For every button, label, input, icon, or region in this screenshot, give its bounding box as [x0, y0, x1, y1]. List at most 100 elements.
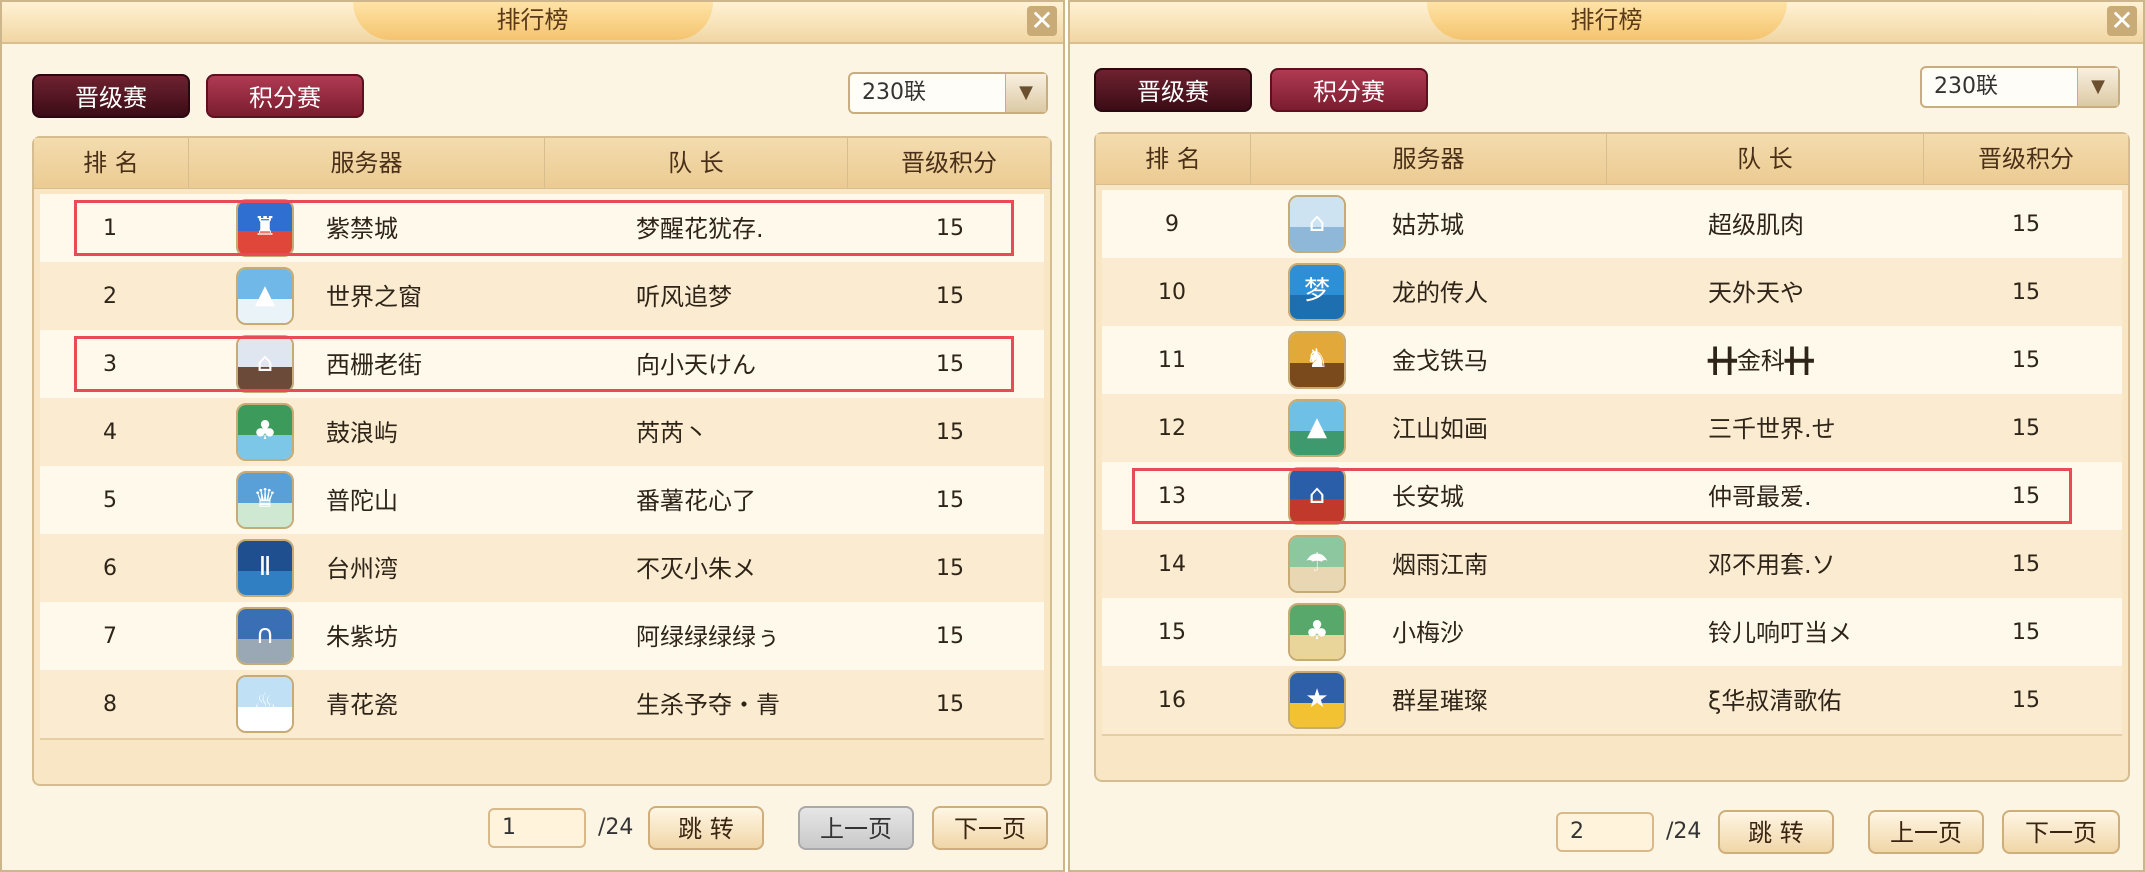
table-row[interactable]: 11 ♞ 金戈铁马 ╋╋金科╋╋ 15 — [1102, 326, 2122, 396]
tab-points-match[interactable]: 积分赛 — [206, 74, 364, 118]
captain-name: 仲哥最爱. — [1708, 483, 1812, 511]
table-row[interactable]: 6 Ⅱ 台州湾 不灭小朱メ 15 — [40, 534, 1044, 604]
score-cell: 15 — [2012, 416, 2040, 441]
rank-cell: 5 — [103, 488, 117, 513]
jump-button[interactable]: 跳 转 — [648, 806, 764, 850]
prev-page-button[interactable]: 上一页 — [798, 806, 914, 850]
page-number-input[interactable]: 1 — [488, 808, 586, 848]
close-icon[interactable]: ✕ — [1027, 6, 1057, 36]
chevron-down-icon[interactable]: ▼ — [1005, 74, 1046, 112]
rank-cell: 4 — [103, 420, 117, 445]
star-icon: ★ — [1288, 671, 1346, 729]
window-title: 排行榜 — [1426, 2, 1787, 40]
column-header-rank: 排 名 — [1096, 134, 1251, 184]
close-icon[interactable]: ✕ — [2107, 6, 2137, 36]
rank-cell: 2 — [103, 284, 117, 309]
old-street-icon: ⌂ — [236, 335, 294, 393]
score-cell: 15 — [936, 352, 964, 377]
table-row[interactable]: 5 ♛ 普陀山 番薯花心了 15 — [40, 466, 1044, 536]
table-row[interactable]: 3 ⌂ 西栅老街 向小天けん 15 — [40, 330, 1044, 400]
rank-cell: 12 — [1158, 416, 1186, 441]
rank-cell: 1 — [103, 216, 117, 241]
table-row[interactable]: 8 ♨ 青花瓷 生杀予夺・青 15 — [40, 670, 1044, 740]
server-group-value: 230联 — [1934, 74, 1998, 99]
captain-name: 不灭小朱メ — [636, 555, 756, 583]
server-name: 西栅老街 — [326, 351, 422, 379]
table-header: 排 名 服务器 队 长 晋级积分 — [34, 138, 1050, 189]
page-total: /24 — [1666, 819, 1702, 844]
score-cell: 15 — [936, 216, 964, 241]
table-row[interactable]: 14 ☂ 烟雨江南 邓不用套.ソ 15 — [1102, 530, 2122, 600]
table-row[interactable]: 1 ♜ 紫禁城 梦醒花犹存. 15 — [40, 194, 1044, 264]
snow-mountain-icon: ▲ — [236, 267, 294, 325]
score-cell: 15 — [936, 692, 964, 717]
table-row[interactable]: 10 梦 龙的传人 天外天や 15 — [1102, 258, 2122, 328]
next-page-button[interactable]: 下一页 — [932, 806, 1048, 850]
column-header-server: 服务器 — [189, 138, 545, 188]
server-name: 青花瓷 — [326, 691, 398, 719]
table-row[interactable]: 15 ♣ 小梅沙 铃儿响叮当メ 15 — [1102, 598, 2122, 668]
server-name: 普陀山 — [326, 487, 398, 515]
table-row[interactable]: 16 ★ 群星璀璨 ξ华叔清歌佑 15 — [1102, 666, 2122, 736]
pagoda-icon: ⌂ — [1288, 195, 1346, 253]
captain-name: 听风追梦 — [636, 283, 732, 311]
next-page-button[interactable]: 下一页 — [2002, 810, 2120, 854]
captain-name: 番薯花心了 — [636, 487, 756, 515]
prev-page-button[interactable]: 上一页 — [1868, 810, 1984, 854]
score-cell: 15 — [936, 556, 964, 581]
score-cell: 15 — [2012, 212, 2040, 237]
column-header-server: 服务器 — [1251, 134, 1607, 184]
column-header-captain: 队 长 — [545, 138, 848, 188]
captain-name: 超级肌肉 — [1708, 211, 1804, 239]
server-group-select[interactable]: 230联 ▼ — [848, 72, 1048, 114]
score-cell: 15 — [936, 624, 964, 649]
tab-promotion-match[interactable]: 晋级赛 — [1094, 68, 1252, 112]
score-cell: 15 — [936, 488, 964, 513]
jump-button[interactable]: 跳 转 — [1718, 810, 1834, 854]
table-row[interactable]: 13 ⌂ 长安城 仲哥最爱. 15 — [1102, 462, 2122, 532]
server-group-value: 230联 — [862, 80, 926, 105]
score-cell: 15 — [2012, 348, 2040, 373]
bridge-icon: Ⅱ — [236, 539, 294, 597]
server-name: 江山如画 — [1392, 415, 1488, 443]
table-row[interactable]: 2 ▲ 世界之窗 听风追梦 15 — [40, 262, 1044, 332]
server-name: 紫禁城 — [326, 215, 398, 243]
vase-icon: ♛ — [236, 471, 294, 529]
captain-name: 铃儿响叮当メ — [1708, 619, 1852, 647]
table-row[interactable]: 12 ▲ 江山如画 三千世界.せ 15 — [1102, 394, 2122, 464]
leaderboard-window-right: 排行榜 ✕ 晋级赛 积分赛 230联 ▼ 排 名 服务器 队 长 晋级积分 9 ⌂… — [1068, 0, 2145, 872]
title-bar: 排行榜 ✕ — [2, 2, 1063, 44]
page-number-input[interactable]: 2 — [1556, 812, 1654, 852]
score-cell: 15 — [2012, 552, 2040, 577]
rank-cell: 15 — [1158, 620, 1186, 645]
server-name: 台州湾 — [326, 555, 398, 583]
score-cell: 15 — [936, 284, 964, 309]
tab-promotion-match[interactable]: 晋级赛 — [32, 74, 190, 118]
ranking-table: 排 名 服务器 队 长 晋级积分 1 ♜ 紫禁城 梦醒花犹存. 15 2 ▲ 世界之窗 听风追梦… — [32, 136, 1052, 786]
chevron-down-icon[interactable]: ▼ — [2077, 68, 2118, 106]
rank-cell: 11 — [1158, 348, 1186, 373]
table-row[interactable]: 4 ♣ 鼓浪屿 芮芮丶 15 — [40, 398, 1044, 468]
server-name: 朱紫坊 — [326, 623, 398, 651]
score-cell: 15 — [2012, 620, 2040, 645]
island-icon: ♣ — [236, 403, 294, 461]
column-header-captain: 队 长 — [1607, 134, 1924, 184]
captain-name: ξ华叔清歌佑 — [1708, 687, 1842, 715]
captain-name: 生杀予夺・青 — [636, 691, 780, 719]
server-name: 烟雨江南 — [1392, 551, 1488, 579]
server-name: 龙的传人 — [1392, 279, 1488, 307]
captain-name: 梦醒花犹存. — [636, 215, 764, 243]
rank-cell: 16 — [1158, 688, 1186, 713]
rank-cell: 3 — [103, 352, 117, 377]
server-group-select[interactable]: 230联 ▼ — [1920, 66, 2120, 108]
tab-points-match[interactable]: 积分赛 — [1270, 68, 1428, 112]
table-row[interactable]: 7 ∩ 朱紫坊 阿绿绿绿绿ぅ 15 — [40, 602, 1044, 672]
rank-cell: 13 — [1158, 484, 1186, 509]
table-row[interactable]: 9 ⌂ 姑苏城 超级肌肉 15 — [1102, 190, 2122, 260]
rank-cell: 10 — [1158, 280, 1186, 305]
warhorse-icon: ♞ — [1288, 331, 1346, 389]
umbrella-icon: ☂ — [1288, 535, 1346, 593]
table-header: 排 名 服务器 队 长 晋级积分 — [1096, 134, 2128, 185]
page-total: /24 — [598, 815, 634, 840]
captain-name: 向小天けん — [636, 351, 756, 379]
